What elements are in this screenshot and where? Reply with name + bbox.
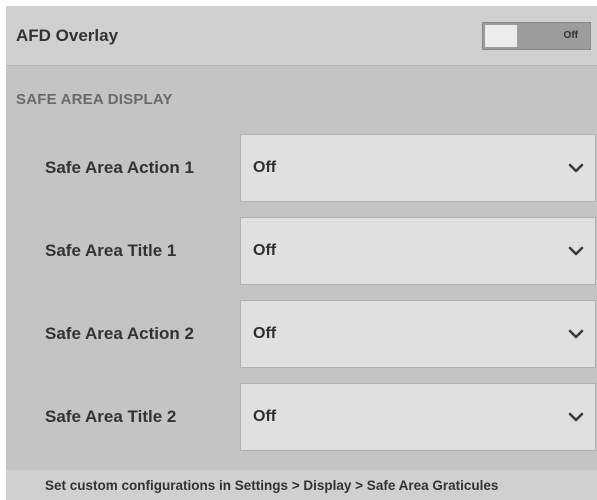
- safe-area-title-1-row: Safe Area Title 1 Off: [6, 217, 597, 287]
- safe-area-action-2-dropdown[interactable]: Off: [240, 300, 596, 368]
- toggle-knob[interactable]: [485, 25, 517, 47]
- afd-settings-panel: AFD Overlay Off SAFE AREA DISPLAY Safe A…: [6, 6, 597, 500]
- safe-area-title-2-row: Safe Area Title 2 Off: [6, 383, 597, 453]
- footer-note: Set custom configurations in Settings > …: [45, 478, 499, 493]
- safe-area-action-1-value: Off: [253, 159, 277, 176]
- afd-overlay-row: AFD Overlay Off: [6, 6, 597, 66]
- safe-area-title-1-label: Safe Area Title 1: [45, 241, 177, 260]
- safe-area-display-header: SAFE AREA DISPLAY: [16, 91, 173, 108]
- afd-overlay-label: AFD Overlay: [16, 26, 119, 45]
- toggle-state-label: Off: [563, 30, 578, 41]
- chevron-down-icon: [568, 329, 584, 339]
- safe-area-title-2-label: Safe Area Title 2: [45, 407, 177, 426]
- safe-area-title-2-value: Off: [253, 408, 277, 425]
- safe-area-title-2-dropdown[interactable]: Off: [240, 383, 596, 451]
- afd-overlay-toggle[interactable]: Off: [482, 22, 591, 50]
- safe-area-title-1-value: Off: [253, 242, 277, 259]
- safe-area-action-2-row: Safe Area Action 2 Off: [6, 300, 597, 370]
- safe-area-title-1-dropdown[interactable]: Off: [240, 217, 596, 285]
- chevron-down-icon: [568, 163, 584, 173]
- safe-area-action-2-value: Off: [253, 325, 277, 342]
- chevron-down-icon: [568, 246, 584, 256]
- safe-area-action-1-label: Safe Area Action 1: [45, 158, 194, 177]
- safe-area-action-1-dropdown[interactable]: Off: [240, 134, 596, 202]
- chevron-down-icon: [568, 412, 584, 422]
- safe-area-action-2-label: Safe Area Action 2: [45, 324, 194, 343]
- safe-area-action-1-row: Safe Area Action 1 Off: [6, 134, 597, 204]
- footer-note-row: Set custom configurations in Settings > …: [6, 470, 597, 500]
